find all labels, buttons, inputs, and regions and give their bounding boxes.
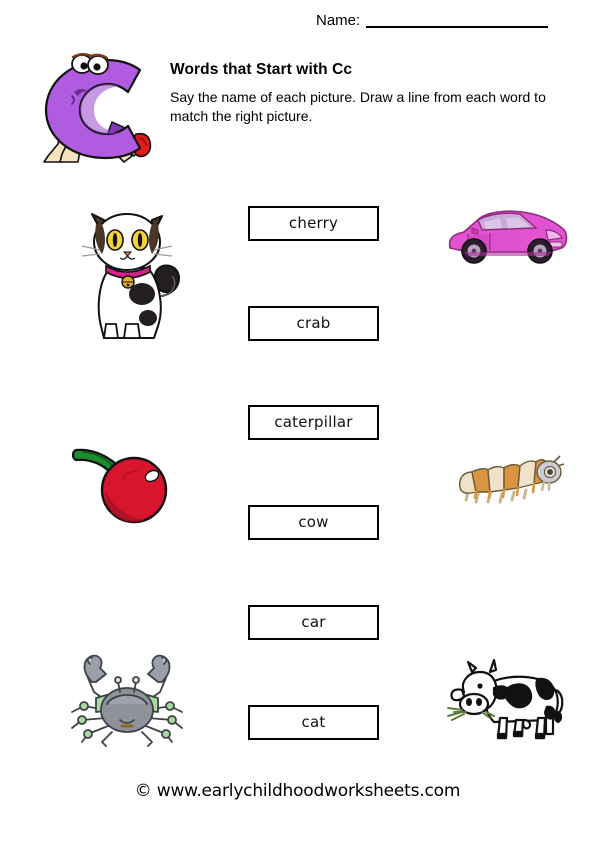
cow-picture-icon	[446, 650, 572, 748]
cat-picture-icon	[70, 198, 190, 350]
word-label: caterpillar	[274, 413, 353, 431]
instructions-text: Say the name of each picture. Draw a lin…	[170, 89, 546, 124]
car-picture-icon	[444, 200, 572, 272]
word-label: cat	[301, 713, 326, 731]
word-label: cow	[298, 513, 329, 531]
word-box-car[interactable]: car	[248, 605, 379, 640]
footer-copyright: © www.earlychildhoodworksheets.com	[134, 781, 461, 801]
word-box-crab[interactable]: crab	[248, 306, 379, 341]
word-label: cherry	[288, 214, 339, 232]
word-label: crab	[296, 314, 331, 332]
letter-c-mascot-icon	[28, 52, 160, 168]
page-title: Words that Start with Cc	[170, 61, 353, 78]
word-label: car	[301, 613, 326, 631]
crab-picture-icon	[62, 648, 194, 748]
header-text-block: Words that Start with Cc Say the name of…	[170, 60, 570, 126]
name-field[interactable]: Name:	[316, 6, 548, 30]
name-write-line[interactable]	[366, 26, 548, 28]
cherry-picture-icon	[58, 422, 188, 527]
word-box-caterpillar[interactable]: caterpillar	[248, 405, 379, 440]
name-label: Name:	[316, 12, 361, 29]
word-box-cherry[interactable]: cherry	[248, 206, 379, 241]
caterpillar-picture-icon	[454, 448, 565, 510]
word-box-cat[interactable]: cat	[248, 705, 379, 740]
word-box-cow[interactable]: cow	[248, 505, 379, 540]
